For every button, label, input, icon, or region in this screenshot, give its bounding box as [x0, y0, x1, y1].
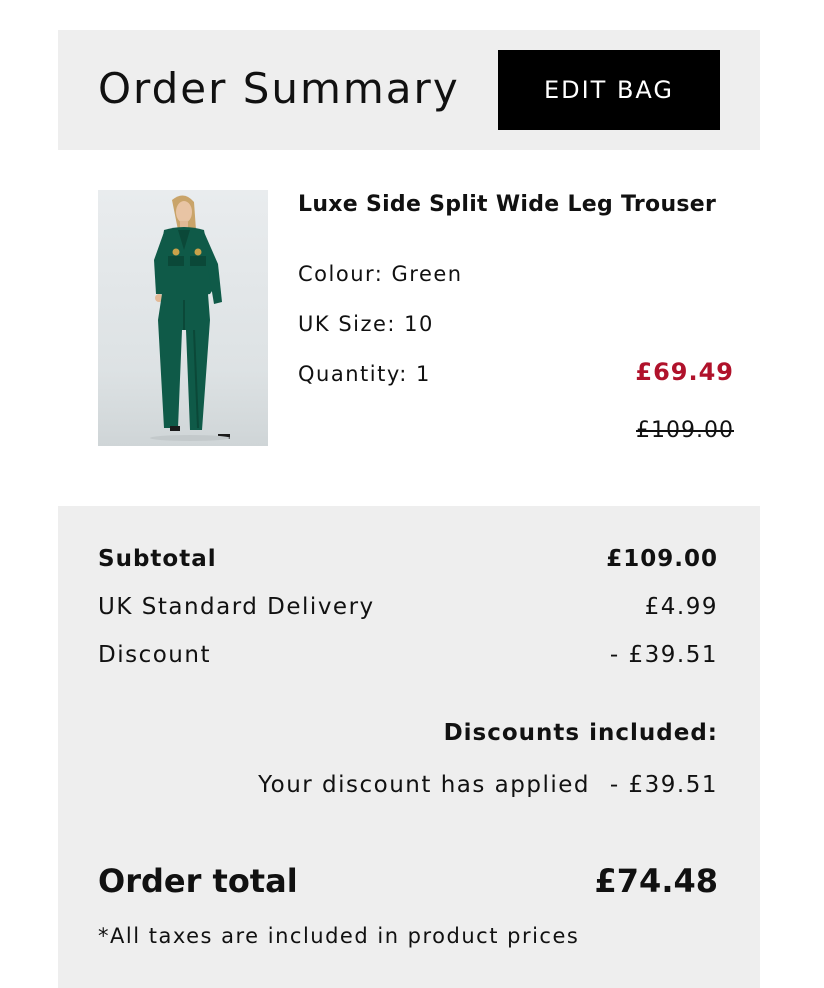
discount-applied-value: - £39.51 [609, 772, 718, 798]
product-photo-icon [150, 195, 230, 441]
order-total-value: £74.48 [594, 862, 718, 900]
delivery-value: £4.99 [644, 594, 718, 620]
tax-note: *All taxes are included in product price… [98, 924, 580, 948]
subtotal-value: £109.00 [606, 546, 718, 572]
product-colour: Colour: Green [298, 262, 463, 286]
product-quantity: Quantity: 1 [298, 362, 431, 386]
edit-bag-button[interactable]: EDIT BAG [498, 50, 720, 130]
original-price: £109.00 [636, 418, 734, 443]
order-totals-panel: Subtotal £109.00 UK Standard Delivery £4… [58, 506, 760, 988]
subtotal-label: Subtotal [98, 546, 217, 572]
product-line-item: Luxe Side Split Wide Leg Trouser Colour:… [58, 150, 760, 506]
delivery-label: UK Standard Delivery [98, 594, 375, 620]
discount-applied-label: Your discount has applied [258, 772, 590, 798]
order-summary-header: Order Summary EDIT BAG [58, 30, 760, 150]
order-total-label: Order total [98, 862, 298, 900]
discount-label: Discount [98, 642, 211, 668]
discounts-included-heading: Discounts included: [443, 720, 718, 746]
product-name[interactable]: Luxe Side Split Wide Leg Trouser [298, 192, 716, 217]
sale-price: £69.49 [635, 358, 734, 386]
discount-value: - £39.51 [609, 642, 718, 668]
page-title: Order Summary [98, 64, 460, 113]
product-image[interactable] [98, 190, 268, 446]
product-size: UK Size: 10 [298, 312, 434, 336]
